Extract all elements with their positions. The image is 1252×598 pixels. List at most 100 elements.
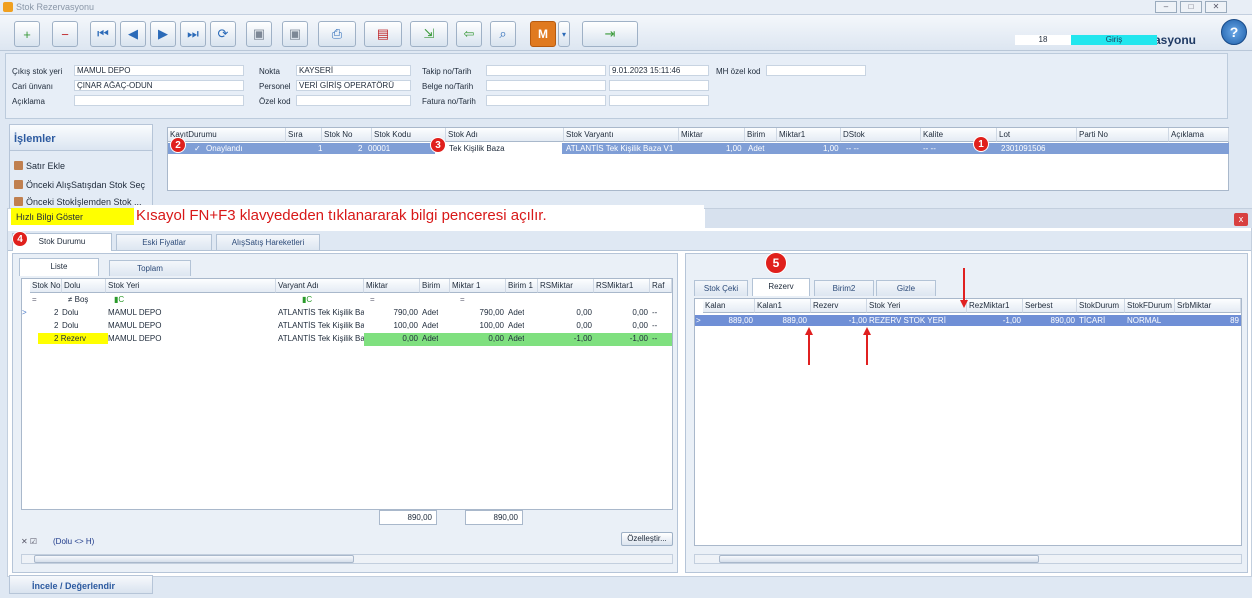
maximize-button[interactable]: □ <box>1180 1 1202 13</box>
cari-unvani-field[interactable]: ÇINAR AĞAÇ-ODUN <box>74 80 244 91</box>
filter-op[interactable]: = <box>32 294 37 305</box>
col-header[interactable]: Birim 1 <box>506 279 538 293</box>
fatura-date-field[interactable] <box>609 95 709 106</box>
close-icon[interactable]: x <box>1234 213 1248 226</box>
col-header[interactable]: Stok Yeri <box>106 279 276 293</box>
close-button[interactable]: ✕ <box>1205 1 1227 13</box>
side-item-onceki-alissatis[interactable]: Önceki AlışSatışdan Stok Seç <box>14 180 145 190</box>
col-header[interactable]: Miktar1 <box>777 128 841 142</box>
tab-alissatis-hareketleri[interactable]: AlışSatış Hareketleri <box>216 234 320 250</box>
col-header[interactable]: Kalan1 <box>755 299 811 313</box>
col-header[interactable]: RSMiktar <box>538 279 594 293</box>
col-header[interactable]: StokFDurum <box>1125 299 1175 313</box>
tab-birim2[interactable]: Birim2 <box>814 280 874 296</box>
aciklama-field[interactable] <box>74 95 244 106</box>
m-icon[interactable]: M <box>530 21 556 47</box>
ozel-kod-field[interactable] <box>296 95 411 106</box>
cell-stok-adi[interactable]: Tek Kişilik Baza <box>435 143 562 154</box>
filter-op[interactable]: = <box>460 294 465 305</box>
filter-icon[interactable]: ▮C <box>302 294 312 305</box>
exit-icon[interactable]: ⇥ <box>582 21 638 47</box>
col-header[interactable]: Raf <box>650 279 672 293</box>
annotation-arrow-head <box>863 327 871 335</box>
col-header[interactable]: Stok No <box>30 279 62 293</box>
mh-ozel-kod-field[interactable] <box>766 65 866 76</box>
col-header[interactable]: Parti No <box>1077 128 1169 142</box>
col-header[interactable]: Miktar 1 <box>450 279 506 293</box>
ozellestir-button[interactable]: Özelleştir... <box>621 532 673 546</box>
cikis-stok-yeri-field[interactable]: MAMUL DEPO <box>74 65 244 76</box>
last-icon[interactable]: ⏭ <box>180 21 206 47</box>
col-header[interactable]: SrbMiktar <box>1175 299 1241 313</box>
col-header[interactable]: Serbest <box>1023 299 1077 313</box>
col-header[interactable]: Miktar <box>364 279 420 293</box>
preview-icon[interactable]: ⌕ <box>490 21 516 47</box>
table-row[interactable]: > 889,00 889,00 -1,00 REZERV STOK YERİ -… <box>695 315 1241 326</box>
side-item-satir-ekle[interactable]: Satır Ekle <box>14 161 65 171</box>
col-header[interactable]: Rezerv <box>811 299 867 313</box>
col-header[interactable]: Varyant Adı <box>276 279 364 293</box>
m-dropdown-icon[interactable]: ▾ <box>558 21 570 47</box>
belge-date-field[interactable] <box>609 80 709 91</box>
table-row[interactable]: ✓ Onaylandı 1 2 00001 Tek Kişilik Baza A… <box>168 143 1229 154</box>
pdf-icon[interactable]: ▤ <box>364 21 402 47</box>
scroll-thumb[interactable] <box>34 555 354 563</box>
filter-icon[interactable]: ▮C <box>114 294 124 305</box>
tab-gizle[interactable]: Gizle <box>876 280 936 296</box>
col-header[interactable]: Lot <box>997 128 1077 142</box>
fatura-no-field[interactable] <box>486 95 606 106</box>
nokta-field[interactable]: KAYSERİ <box>296 65 411 76</box>
print-icon[interactable]: ⎙ <box>318 21 356 47</box>
import-icon[interactable]: ⇦ <box>456 21 482 47</box>
first-icon[interactable]: ⏮ <box>90 21 116 47</box>
table-row[interactable]: 2 Rezerv MAMUL DEPO ATLANTİS Tek Kişilik… <box>22 333 672 346</box>
col-header[interactable]: Dolu <box>62 279 106 293</box>
prev-icon[interactable]: ◀ <box>120 21 146 47</box>
filter-op[interactable]: ≠ Boş <box>68 294 88 305</box>
col-header[interactable]: DStok <box>841 128 921 142</box>
personel-field[interactable]: VERİ GİRİŞ OPERATÖRÜ <box>296 80 411 91</box>
takip-date-field[interactable]: 9.01.2023 15:11:46 <box>609 65 709 76</box>
col-header[interactable]: Açıklama <box>1169 128 1229 142</box>
refresh-icon[interactable]: ⟳ <box>210 21 236 47</box>
hizli-bilgi-goster[interactable]: Hızlı Bilgi Göster <box>11 208 135 225</box>
col-header[interactable]: Birim <box>745 128 777 142</box>
minimize-button[interactable]: – <box>1155 1 1177 13</box>
delete-icon[interactable]: − <box>52 21 78 47</box>
tab-rezerv[interactable]: Rezerv <box>752 278 810 296</box>
tab-toplam[interactable]: Toplam <box>109 260 191 276</box>
save-icon[interactable]: ▣ <box>246 21 272 47</box>
col-header[interactable]: Stok Yeri <box>867 299 967 313</box>
table-row[interactable]: > 2 Dolu MAMUL DEPO ATLANTİS Tek Kişilik… <box>22 307 672 320</box>
right-scrollbar[interactable] <box>694 554 1242 564</box>
filter-clear-icon[interactable]: ✕ ☑ <box>21 536 37 547</box>
tab-liste[interactable]: Liste <box>19 258 99 276</box>
col-header[interactable]: Kalan <box>703 299 755 313</box>
export-icon[interactable]: ⇲ <box>410 21 448 47</box>
col-header[interactable]: Stok No <box>322 128 372 142</box>
col-header[interactable]: Stok Varyantı <box>564 128 679 142</box>
save-close-icon[interactable]: ▣ <box>282 21 308 47</box>
col-header[interactable]: Birim <box>420 279 450 293</box>
col-header[interactable]: KayıtDurumu <box>168 128 286 142</box>
col-header[interactable]: Stok Adı <box>446 128 564 142</box>
left-scrollbar[interactable] <box>21 554 673 564</box>
takip-no-field[interactable] <box>486 65 606 76</box>
next-icon[interactable]: ▶ <box>150 21 176 47</box>
tab-eski-fiyatlar[interactable]: Eski Fiyatlar <box>116 234 212 250</box>
belge-no-field[interactable] <box>486 80 606 91</box>
col-header[interactable]: Miktar <box>679 128 745 142</box>
col-header[interactable]: RSMiktar1 <box>594 279 650 293</box>
filter-text[interactable]: (Dolu <> H) <box>53 536 94 547</box>
col-header[interactable]: StokDurum <box>1077 299 1125 313</box>
incele-degerlendir[interactable]: İncele / Değerlendir <box>9 575 153 594</box>
col-header[interactable]: RezMiktar1 <box>967 299 1023 313</box>
help-icon[interactable]: ? <box>1221 19 1247 45</box>
scroll-thumb[interactable] <box>719 555 1039 563</box>
table-row[interactable]: 2 Dolu MAMUL DEPO ATLANTİS Tek Kişilik B… <box>22 320 672 333</box>
tab-stok-ceki[interactable]: Stok Çeki <box>694 280 748 296</box>
col-header[interactable]: Sıra <box>286 128 322 142</box>
side-item-onceki-stokislem[interactable]: Önceki Stokİşlemden Stok ... <box>14 197 142 207</box>
filter-op[interactable]: = <box>370 294 375 305</box>
new-icon[interactable]: + <box>14 21 40 47</box>
